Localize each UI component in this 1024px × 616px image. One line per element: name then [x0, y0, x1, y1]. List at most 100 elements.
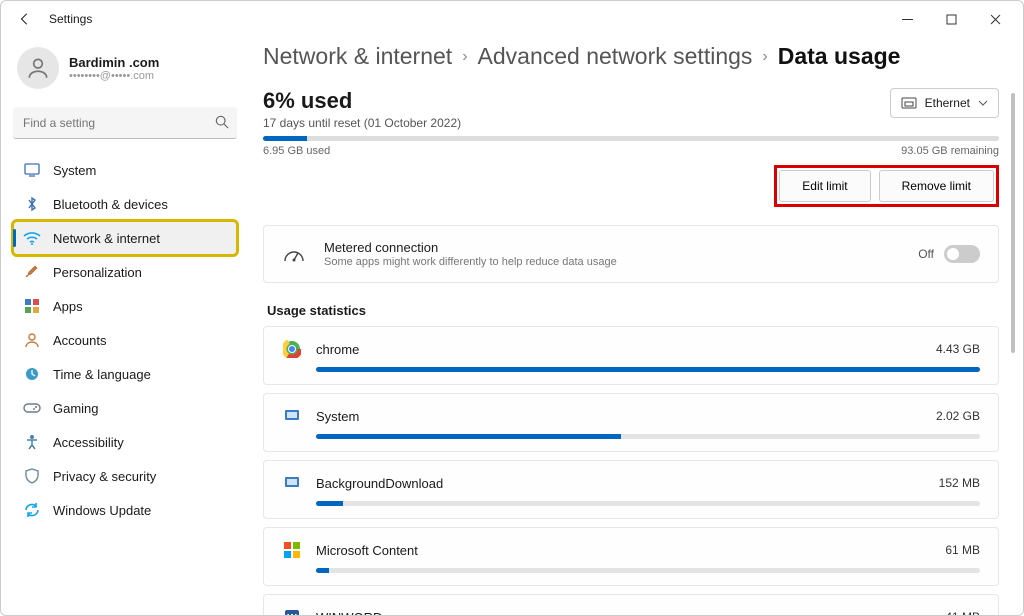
stat-name: Microsoft Content — [316, 543, 418, 558]
edit-limit-button[interactable]: Edit limit — [779, 170, 870, 202]
sidebar-item-acc[interactable]: Accessibility — [13, 425, 237, 459]
sidebar-item-label: System — [53, 163, 96, 178]
system-app-icon — [282, 473, 302, 493]
stat-bar — [316, 367, 980, 372]
sidebar-item-label: Accessibility — [53, 435, 124, 450]
window-title: Settings — [49, 12, 92, 26]
system-icon — [23, 161, 41, 179]
remaining-label: 93.05 GB remaining — [901, 145, 999, 157]
time-icon — [23, 365, 41, 383]
metered-connection-card[interactable]: Metered connection Some apps might work … — [263, 225, 999, 283]
close-icon — [990, 14, 1001, 25]
crumb-advanced[interactable]: Advanced network settings — [478, 43, 753, 70]
metered-state-label: Off — [918, 247, 934, 261]
acct-icon — [23, 331, 41, 349]
ethernet-icon — [901, 97, 917, 109]
metered-toggle[interactable] — [944, 245, 980, 263]
net-icon — [23, 229, 41, 247]
sidebar-item-brush[interactable]: Personalization — [13, 255, 237, 289]
search-input[interactable] — [13, 107, 237, 139]
sidebar: Bardimin .com ••••••••@•••••.com System B… — [1, 37, 249, 615]
sidebar-item-system[interactable]: System — [13, 153, 237, 187]
minimize-icon — [902, 14, 913, 25]
usage-header: 6% used 17 days until reset (01 October … — [263, 88, 999, 130]
sidebar-item-apps[interactable]: Apps — [13, 289, 237, 323]
stat-row[interactable]: System 2.02 GB — [263, 393, 999, 452]
shield-icon — [23, 467, 41, 485]
stat-value: 41 MB — [945, 610, 980, 615]
meter-icon — [282, 245, 306, 263]
maximize-button[interactable] — [929, 3, 973, 35]
stat-bar — [316, 568, 980, 573]
word-icon: W — [282, 607, 302, 615]
acc-icon — [23, 433, 41, 451]
upd-icon — [23, 501, 41, 519]
usage-reset-text: 17 days until reset (01 October 2022) — [263, 116, 461, 130]
sidebar-item-label: Windows Update — [53, 503, 151, 518]
chrome-icon — [282, 339, 302, 359]
sidebar-item-bt[interactable]: Bluetooth & devices — [13, 187, 237, 221]
main-content: Network & internet › Advanced network se… — [249, 37, 1019, 615]
limit-buttons-highlight: Edit limit Remove limit — [774, 165, 999, 207]
sidebar-item-label: Privacy & security — [53, 469, 156, 484]
stat-bar — [316, 434, 980, 439]
bt-icon — [23, 195, 41, 213]
sidebar-item-label: Gaming — [53, 401, 99, 416]
crumb-network[interactable]: Network & internet — [263, 43, 452, 70]
sidebar-item-label: Personalization — [53, 265, 142, 280]
user-email: ••••••••@•••••.com — [69, 70, 159, 82]
minimize-button[interactable] — [885, 3, 929, 35]
svg-text:W: W — [287, 613, 297, 615]
close-button[interactable] — [973, 3, 1017, 35]
ms-icon — [282, 540, 302, 560]
sidebar-item-game[interactable]: Gaming — [13, 391, 237, 425]
brush-icon — [23, 263, 41, 281]
person-icon — [25, 55, 51, 81]
stat-value: 4.43 GB — [936, 342, 980, 356]
apps-icon — [23, 297, 41, 315]
remove-limit-button[interactable]: Remove limit — [879, 170, 994, 202]
nav-list: System Bluetooth & devices Network & inter… — [13, 153, 237, 527]
connection-dropdown[interactable]: Ethernet — [890, 88, 999, 118]
chevron-right-icon: › — [462, 48, 467, 66]
sidebar-item-shield[interactable]: Privacy & security — [13, 459, 237, 493]
metered-title: Metered connection — [324, 240, 617, 255]
search-box[interactable] — [13, 107, 237, 139]
stat-bar — [316, 501, 980, 506]
connection-label: Ethernet — [925, 96, 970, 110]
arrow-left-icon — [18, 12, 32, 26]
profile-block[interactable]: Bardimin .com ••••••••@•••••.com — [13, 43, 237, 101]
game-icon — [23, 399, 41, 417]
chevron-right-icon: › — [762, 48, 767, 66]
stat-name: chrome — [316, 342, 359, 357]
usage-progress-bar — [263, 136, 999, 141]
sidebar-item-net[interactable]: Network & internet — [13, 221, 237, 255]
back-button[interactable] — [11, 5, 39, 33]
maximize-icon — [946, 14, 957, 25]
usage-stats-heading: Usage statistics — [267, 303, 999, 318]
breadcrumb: Network & internet › Advanced network se… — [263, 43, 999, 70]
stat-name: WINWORD — [316, 610, 382, 616]
scrollbar[interactable] — [1011, 93, 1015, 353]
sidebar-item-label: Time & language — [53, 367, 151, 382]
crumb-data-usage: Data usage — [778, 43, 901, 70]
sidebar-item-time[interactable]: Time & language — [13, 357, 237, 391]
stat-row[interactable]: Microsoft Content 61 MB — [263, 527, 999, 586]
stat-value: 152 MB — [939, 476, 980, 490]
title-bar: Settings — [1, 1, 1023, 37]
search-icon — [215, 115, 229, 129]
sidebar-item-label: Network & internet — [53, 231, 160, 246]
usage-percent: 6% used — [263, 88, 461, 114]
stat-row[interactable]: W WINWORD 41 MB — [263, 594, 999, 615]
stat-row[interactable]: BackgroundDownload152 MB — [263, 460, 999, 519]
sidebar-item-label: Accounts — [53, 333, 106, 348]
stat-name: System — [316, 409, 359, 424]
sidebar-item-label: Bluetooth & devices — [53, 197, 168, 212]
user-name: Bardimin .com — [69, 55, 159, 70]
stat-value: 2.02 GB — [936, 409, 980, 423]
stat-value: 61 MB — [945, 543, 980, 557]
stat-row[interactable]: chrome 4.43 GB — [263, 326, 999, 385]
sidebar-item-acct[interactable]: Accounts — [13, 323, 237, 357]
used-label: 6.95 GB used — [263, 145, 330, 157]
sidebar-item-upd[interactable]: Windows Update — [13, 493, 237, 527]
